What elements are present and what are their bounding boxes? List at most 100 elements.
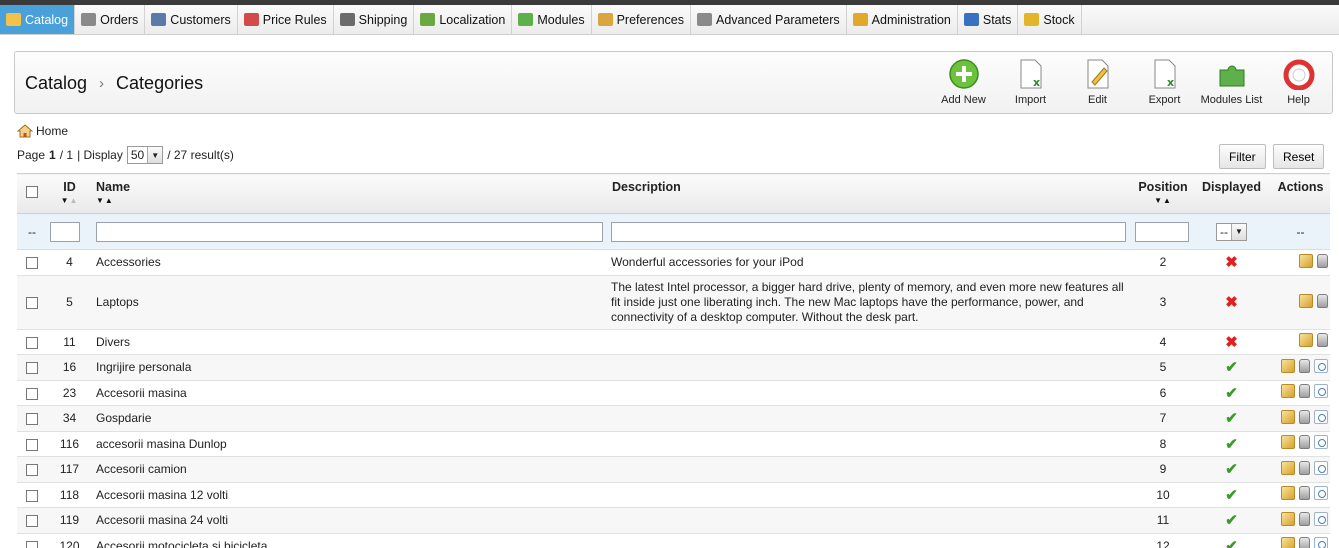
- edit-icon[interactable]: [1281, 537, 1295, 548]
- tab-customers[interactable]: Customers: [145, 5, 238, 34]
- table-row[interactable]: 4 Accessories Wonderful accessories for yo…: [17, 249, 1330, 276]
- not-displayed-x-icon[interactable]: ✖: [1225, 254, 1238, 271]
- sort-position-icon[interactable]: ▼▲: [1134, 196, 1192, 205]
- edit-icon[interactable]: [1281, 435, 1295, 450]
- row-checkbox[interactable]: [26, 362, 38, 375]
- displayed-check-icon[interactable]: ✔: [1225, 512, 1238, 529]
- filter-position-input[interactable]: [1135, 221, 1189, 242]
- delete-icon[interactable]: [1299, 511, 1310, 526]
- delete-icon[interactable]: [1299, 409, 1310, 424]
- import-icon: x: [1020, 59, 1041, 89]
- table-row[interactable]: 23 Accesorii masina 6 ✔: [17, 380, 1330, 406]
- filter-id-input[interactable]: [50, 221, 80, 242]
- view-icon[interactable]: [1314, 435, 1328, 450]
- row-checkbox[interactable]: [26, 515, 38, 528]
- edit-icon[interactable]: [1281, 486, 1295, 501]
- edit-icon[interactable]: [1299, 333, 1313, 348]
- row-checkbox[interactable]: [26, 257, 38, 270]
- per-page-select[interactable]: 50 ▼: [126, 146, 164, 164]
- displayed-check-icon[interactable]: ✔: [1225, 487, 1238, 504]
- edit-icon[interactable]: [1281, 409, 1295, 424]
- tab-localization[interactable]: Localization: [414, 5, 513, 34]
- tab-advanced-parameters[interactable]: Advanced Parameters: [691, 5, 847, 34]
- tab-stats[interactable]: Stats: [958, 5, 1019, 34]
- delete-icon[interactable]: [1317, 333, 1328, 348]
- row-checkbox[interactable]: [26, 489, 38, 502]
- table-row[interactable]: 117 Accesorii camion 9 ✔: [17, 456, 1330, 483]
- home-link[interactable]: Home: [17, 124, 68, 138]
- table-row[interactable]: 16 Ingrijire personala 5 ✔: [17, 354, 1330, 381]
- edit-icon[interactable]: [1281, 460, 1295, 475]
- row-checkbox[interactable]: [26, 413, 38, 426]
- export-button[interactable]: x Export: [1131, 58, 1198, 106]
- tab-shipping[interactable]: Shipping: [334, 5, 415, 34]
- view-icon[interactable]: [1314, 358, 1328, 373]
- cart-icon: [81, 13, 97, 26]
- import-button[interactable]: x Import: [997, 58, 1064, 106]
- reset-button[interactable]: Reset: [1273, 144, 1325, 169]
- tab-administration[interactable]: Administration: [847, 5, 958, 34]
- displayed-check-icon[interactable]: ✔: [1225, 410, 1238, 427]
- tab-stock[interactable]: Stock: [1018, 5, 1082, 34]
- edit-button[interactable]: Edit: [1064, 58, 1131, 106]
- table-row[interactable]: 5 Laptops The latest Intel processor, a bi…: [17, 275, 1330, 330]
- delete-icon[interactable]: [1299, 358, 1310, 373]
- total-pages: / 1: [59, 148, 74, 162]
- table-row[interactable]: 34 Gospdarie 7 ✔: [17, 405, 1330, 432]
- view-icon[interactable]: [1314, 511, 1328, 526]
- displayed-check-icon[interactable]: ✔: [1225, 461, 1238, 478]
- view-icon[interactable]: [1314, 409, 1328, 424]
- select-all-checkbox[interactable]: [26, 186, 38, 198]
- delete-icon[interactable]: [1299, 384, 1310, 399]
- edit-icon[interactable]: [1299, 253, 1313, 268]
- edit-icon[interactable]: [1281, 358, 1295, 373]
- sort-name-icon[interactable]: ▼▲: [96, 196, 609, 205]
- row-checkbox[interactable]: [26, 387, 38, 400]
- tab-orders[interactable]: Orders: [75, 5, 146, 34]
- add-new-button[interactable]: Add New: [930, 58, 997, 106]
- view-icon[interactable]: [1314, 537, 1328, 548]
- help-button[interactable]: Help: [1265, 58, 1332, 106]
- view-icon[interactable]: [1314, 486, 1328, 501]
- tab-modules[interactable]: Modules: [512, 5, 592, 34]
- edit-icon[interactable]: [1281, 511, 1295, 526]
- table-row[interactable]: 120 Accesorii motocicleta si bicicleta 12 ✔: [17, 533, 1330, 548]
- row-checkbox[interactable]: [26, 540, 38, 548]
- not-displayed-x-icon[interactable]: ✖: [1225, 334, 1238, 351]
- row-checkbox[interactable]: [26, 438, 38, 451]
- row-checkbox[interactable]: [26, 336, 38, 349]
- tab-preferences[interactable]: Preferences: [592, 5, 691, 34]
- row-checkbox[interactable]: [26, 464, 38, 477]
- delete-icon[interactable]: [1299, 435, 1310, 450]
- breadcrumb-section[interactable]: Catalog: [25, 73, 87, 94]
- sort-id-icon[interactable]: ▼▲: [47, 196, 92, 205]
- edit-icon[interactable]: [1299, 293, 1313, 308]
- delete-icon[interactable]: [1299, 486, 1310, 501]
- not-displayed-x-icon[interactable]: ✖: [1225, 294, 1238, 311]
- filter-displayed-select[interactable]: -- ▼: [1216, 222, 1247, 241]
- view-icon[interactable]: [1314, 460, 1328, 475]
- table-row[interactable]: 119 Accesorii masina 24 volti 11 ✔: [17, 507, 1330, 534]
- row-actions: [1271, 293, 1330, 308]
- displayed-check-icon[interactable]: ✔: [1225, 436, 1238, 453]
- displayed-check-icon[interactable]: ✔: [1225, 538, 1238, 548]
- modules-list-button[interactable]: Modules List: [1198, 58, 1265, 106]
- delete-icon[interactable]: [1299, 460, 1310, 475]
- displayed-check-icon[interactable]: ✔: [1225, 385, 1238, 402]
- table-row[interactable]: 11 Divers 4 ✖: [17, 329, 1330, 355]
- filter-button[interactable]: Filter: [1219, 144, 1266, 169]
- row-name: Accesorii masina: [92, 380, 609, 406]
- edit-icon[interactable]: [1281, 384, 1295, 399]
- table-row[interactable]: 118 Accesorii masina 12 volti 10 ✔: [17, 482, 1330, 508]
- filter-name-input[interactable]: [96, 221, 603, 242]
- filter-description-input[interactable]: [611, 221, 1126, 242]
- delete-icon[interactable]: [1317, 253, 1328, 268]
- table-row[interactable]: 116 accesorii masina Dunlop 8 ✔: [17, 431, 1330, 457]
- view-icon[interactable]: [1314, 384, 1328, 399]
- displayed-check-icon[interactable]: ✔: [1225, 359, 1238, 376]
- delete-icon[interactable]: [1299, 537, 1310, 548]
- row-checkbox[interactable]: [26, 296, 38, 309]
- delete-icon[interactable]: [1317, 293, 1328, 308]
- tab-catalog[interactable]: Catalog: [0, 5, 76, 34]
- tab-price-rules[interactable]: Price Rules: [238, 5, 334, 34]
